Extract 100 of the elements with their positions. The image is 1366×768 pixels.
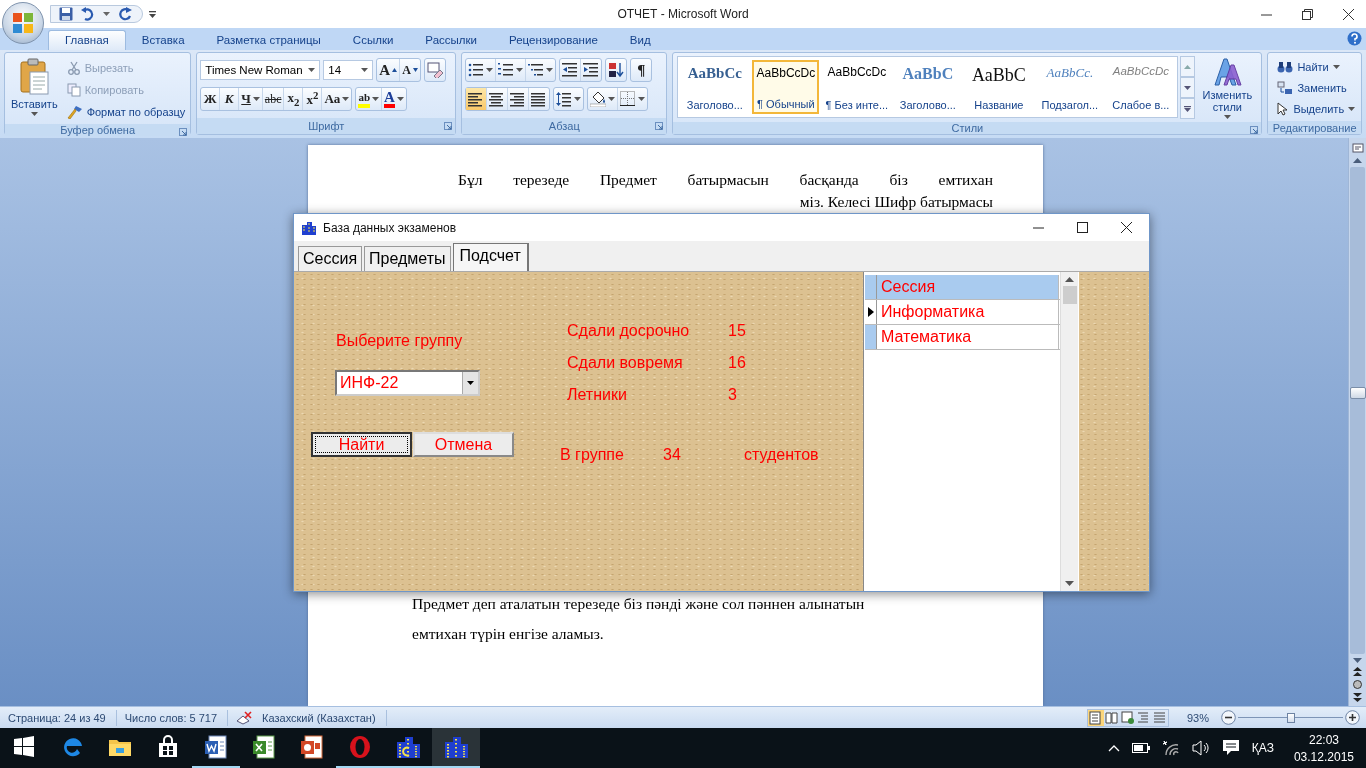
tab[interactable]: Предметы — [364, 246, 451, 271]
editing-button[interactable]: Заменить — [1275, 78, 1358, 97]
format-button[interactable]: Aa — [322, 88, 352, 110]
zoom-level[interactable]: 93% — [1186, 711, 1209, 724]
dialog-launcher-icon[interactable] — [444, 122, 453, 130]
dialog-launcher-icon[interactable] — [179, 128, 188, 136]
ribbon-tab[interactable]: Вид — [613, 31, 667, 50]
caret-icon — [1332, 64, 1340, 69]
clipboard-button[interactable]: Формат по образцу — [64, 102, 188, 121]
ribbon-tab[interactable]: Рецензирование — [493, 31, 614, 50]
format-button[interactable]: x$_{2}$ — [284, 88, 304, 110]
view-button[interactable] — [1087, 709, 1104, 726]
change-styles-button[interactable]: Изменить стили — [1195, 53, 1260, 122]
format-button[interactable]: Ж — [201, 88, 221, 110]
format-button[interactable]: x$^{2}$ — [303, 88, 323, 110]
down-arrow-icon[interactable] — [1065, 581, 1074, 586]
language-indicator[interactable]: ҚАЗ — [1251, 741, 1274, 755]
row-selector[interactable] — [865, 300, 877, 324]
dialog-launcher-icon[interactable] — [655, 122, 664, 130]
taskbar-button[interactable] — [432, 728, 480, 768]
proofing-icon[interactable] — [236, 710, 253, 725]
ribbon-tab[interactable]: Рассылки — [409, 31, 493, 50]
group-label: Абзац — [548, 120, 580, 132]
battery-icon[interactable] — [1131, 743, 1150, 753]
tab[interactable]: Сессия — [298, 246, 363, 271]
up-arrow-icon[interactable] — [1065, 277, 1074, 282]
chevron-up-icon[interactable] — [1107, 744, 1120, 752]
buildings-icon — [395, 734, 421, 760]
scrollbar[interactable] — [1348, 138, 1366, 706]
speaker-icon[interactable] — [1191, 740, 1210, 756]
shrink-font-button[interactable]: A — [400, 59, 420, 81]
group-label: Стили — [951, 122, 984, 134]
tab[interactable]: Подсчет — [452, 243, 529, 271]
style-item[interactable]: AaBbCcDc ¶ Обычный — [752, 60, 820, 114]
grow-font-button[interactable]: A — [377, 59, 401, 81]
zoom-slider[interactable] — [1238, 713, 1343, 722]
format-button[interactable]: abc — [262, 88, 285, 110]
color-button[interactable]: A — [382, 88, 406, 110]
up-arrow-icon[interactable] — [1353, 158, 1362, 163]
save-icon[interactable] — [59, 7, 73, 21]
ribbon-tab[interactable]: Вставка — [125, 31, 201, 50]
wifi-icon[interactable] — [1161, 740, 1180, 756]
redo-icon[interactable] — [118, 7, 132, 21]
paragraph-button[interactable] — [588, 88, 619, 110]
editing-button[interactable]: Найти — [1275, 57, 1358, 76]
undo-icon[interactable] — [81, 7, 95, 21]
language-label[interactable]: Казахский (Казахстан) — [262, 711, 376, 724]
align-button[interactable] — [487, 88, 509, 110]
font-name-field[interactable]: Times New Roman — [200, 60, 321, 80]
zoom-out-icon[interactable] — [1221, 710, 1236, 725]
paragraph-button[interactable] — [466, 59, 497, 81]
paste-button[interactable]: Вставить — [8, 56, 61, 121]
zoom-in-icon[interactable] — [1345, 710, 1360, 725]
align-button[interactable] — [508, 88, 530, 110]
align-left-icon — [468, 91, 485, 107]
scrollbar[interactable] — [1060, 272, 1078, 591]
close-icon[interactable] — [1121, 222, 1132, 233]
ruler-toggle-icon[interactable] — [1351, 142, 1364, 154]
book-icon — [1105, 710, 1119, 725]
eraser-icon — [426, 62, 443, 78]
scroll-thumb[interactable] — [1349, 387, 1366, 399]
align-button[interactable] — [466, 88, 488, 110]
view-button[interactable] — [1103, 709, 1120, 726]
dialog-launcher-icon[interactable] — [1250, 126, 1259, 134]
view-button[interactable] — [1151, 709, 1168, 726]
format-button[interactable]: К — [220, 88, 240, 110]
ribbon-tab[interactable]: Ссылки — [336, 31, 410, 50]
stat-value: 3 — [728, 386, 738, 404]
previous-page-icon[interactable] — [1353, 667, 1362, 676]
scroll-down-button[interactable] — [1180, 77, 1196, 98]
paragraph-button[interactable] — [553, 87, 585, 111]
browse-object-icon[interactable] — [1353, 680, 1362, 689]
clock[interactable]: 22:03 03.12.2015 — [1293, 732, 1354, 764]
grid-row[interactable]: Математика — [865, 325, 1060, 350]
message-icon[interactable] — [1221, 739, 1240, 757]
view-button[interactable] — [1119, 709, 1136, 726]
more-styles-button[interactable] — [1180, 98, 1196, 119]
increase-indent-icon — [583, 62, 600, 78]
show-marks-button[interactable]: ¶ — [630, 58, 653, 82]
format-button[interactable]: Ч — [239, 88, 263, 110]
caret-icon — [30, 112, 38, 116]
group-dropdown[interactable]: ИНФ-22 — [335, 370, 480, 396]
color-button[interactable]: ab — [356, 88, 382, 110]
clear-format-button[interactable] — [423, 58, 446, 82]
ribbon-tab[interactable]: Разметка страницы — [200, 31, 337, 50]
customize-toolbar-icon[interactable] — [149, 10, 156, 18]
editing-button[interactable]: Выделить — [1275, 99, 1358, 118]
paragraph-button[interactable] — [496, 59, 527, 81]
scroll-thumb[interactable] — [1062, 286, 1077, 304]
down-arrow-icon[interactable] — [1353, 658, 1362, 663]
close-icon[interactable] — [1343, 8, 1354, 20]
maximize-icon[interactable] — [1077, 222, 1088, 233]
restore-icon[interactable] — [1302, 8, 1313, 20]
paragraph-button[interactable] — [605, 58, 628, 82]
font-size-field[interactable]: 14 — [323, 60, 374, 80]
up-arrow-icon — [1184, 64, 1192, 69]
ribbon-tab[interactable]: Главная — [48, 30, 126, 50]
help-icon[interactable] — [1347, 31, 1362, 46]
next-page-icon[interactable] — [1353, 693, 1362, 702]
paragraph-button[interactable] — [560, 59, 582, 81]
